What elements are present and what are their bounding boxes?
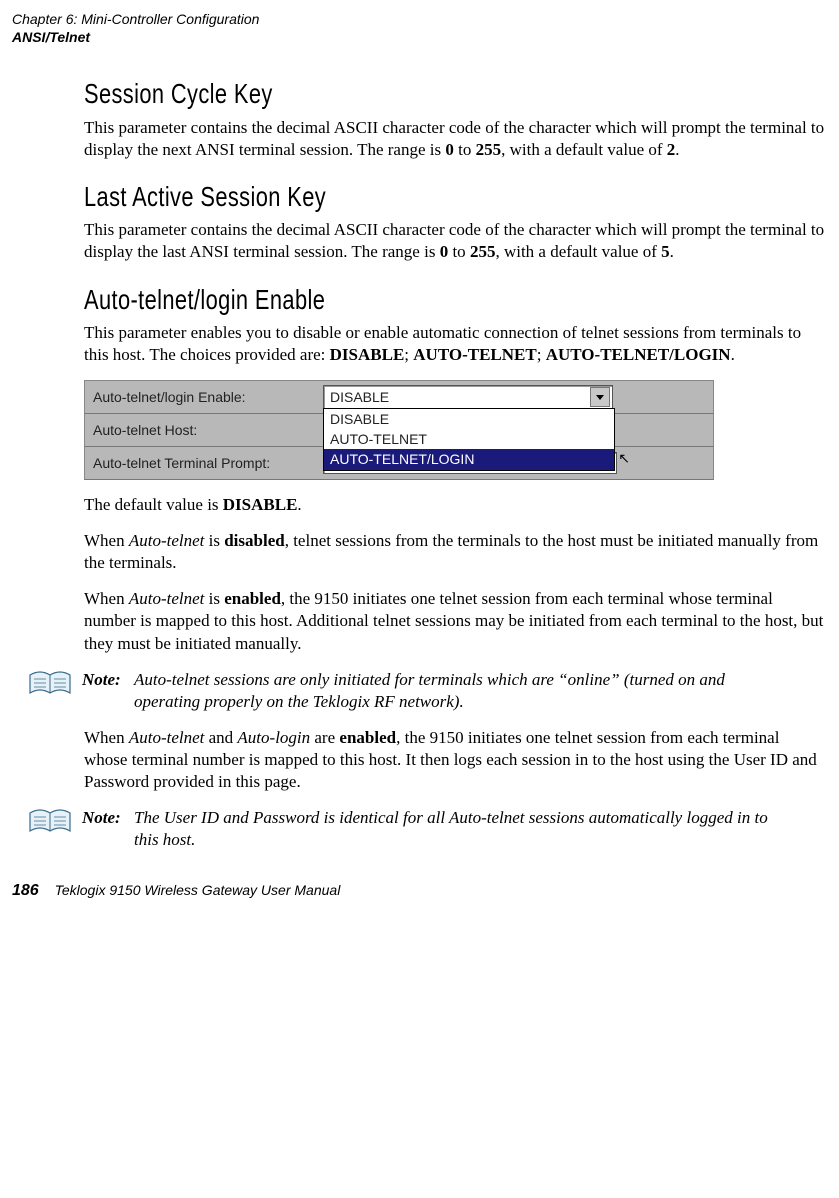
select-value: DISABLE xyxy=(330,388,389,406)
auto-telnet-enable-dropdown[interactable]: DISABLE AUTO-TELNET AUTO-TELNET/LOGIN ↖ xyxy=(323,408,615,471)
note-body: Auto-telnet sessions are only initiated … xyxy=(134,669,794,713)
cursor-icon: ↖ xyxy=(618,449,630,467)
note-label: Note: xyxy=(82,807,134,829)
para-enabled: When Auto-telnet is enabled, the 9150 in… xyxy=(84,588,827,654)
auto-telnet-figure: Auto-telnet/login Enable: DISABLE DISABL… xyxy=(84,380,714,480)
heading-session-cycle-key: Session Cycle Key xyxy=(84,76,664,112)
figure-label-enable: Auto-telnet/login Enable: xyxy=(93,388,323,406)
note-online-terminals: Note:Auto-telnet sessions are only initi… xyxy=(28,669,827,713)
book-icon xyxy=(28,669,72,699)
header-chapter: Chapter 6: Mini-Controller Configuration xyxy=(12,10,827,28)
dropdown-option-disable[interactable]: DISABLE xyxy=(324,409,614,429)
footer-page-number: 186 xyxy=(12,882,39,899)
figure-label-prompt: Auto-telnet Terminal Prompt: xyxy=(93,454,323,472)
chevron-down-icon[interactable] xyxy=(590,387,610,407)
para-disabled: When Auto-telnet is disabled, telnet ses… xyxy=(84,530,827,574)
figure-label-host: Auto-telnet Host: xyxy=(93,421,323,439)
para-default-value: The default value is DISABLE. xyxy=(84,494,827,516)
heading-last-active-session-key: Last Active Session Key xyxy=(84,179,664,215)
note-userid-password: Note:The User ID and Password is identic… xyxy=(28,807,827,851)
auto-telnet-enable-select[interactable]: DISABLE xyxy=(323,385,613,409)
para-auto-telnet-intro: This parameter enables you to disable or… xyxy=(84,322,827,366)
dropdown-option-auto-telnet[interactable]: AUTO-TELNET xyxy=(324,429,614,449)
figure-row-enable: Auto-telnet/login Enable: DISABLE DISABL… xyxy=(84,380,714,414)
footer-manual-title: Teklogix 9150 Wireless Gateway User Manu… xyxy=(55,882,341,898)
note-label: Note: xyxy=(82,669,134,691)
page-footer: 186 Teklogix 9150 Wireless Gateway User … xyxy=(12,881,827,902)
header-subhead: ANSI/Telnet xyxy=(12,28,827,46)
page-header: Chapter 6: Mini-Controller Configuration… xyxy=(12,10,827,46)
note-body: The User ID and Password is identical fo… xyxy=(134,807,794,851)
book-icon xyxy=(28,807,72,837)
para-last-active: This parameter contains the decimal ASCI… xyxy=(84,219,827,263)
heading-auto-telnet-login-enable: Auto-telnet/login Enable xyxy=(84,282,664,318)
para-session-cycle: This parameter contains the decimal ASCI… xyxy=(84,117,827,161)
para-both-enabled: When Auto-telnet and Auto-login are enab… xyxy=(84,727,827,793)
dropdown-option-auto-telnet-login[interactable]: AUTO-TELNET/LOGIN ↖ xyxy=(324,449,614,469)
